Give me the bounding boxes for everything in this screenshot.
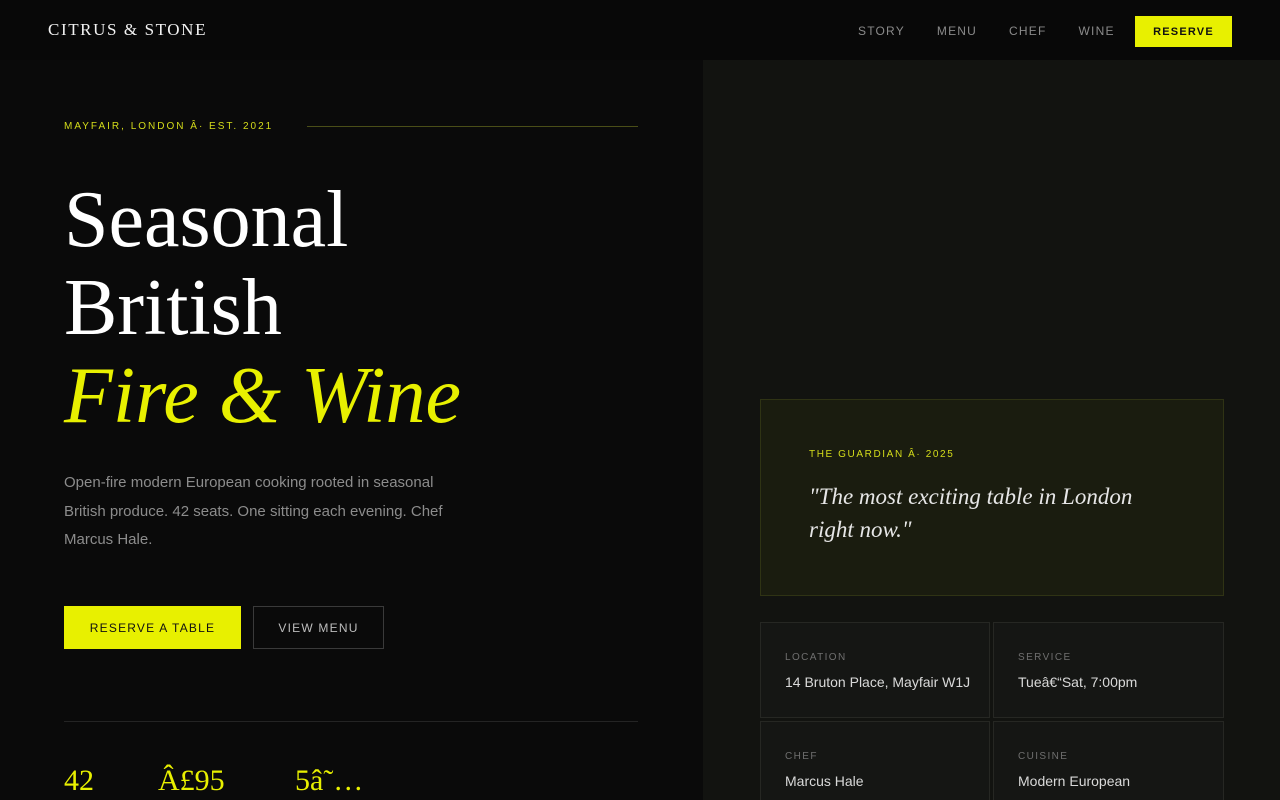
nav-wine[interactable]: WINE [1079, 24, 1115, 38]
nav-menu[interactable]: MENU [937, 24, 977, 38]
headline-line-1: Seasonal [64, 176, 349, 264]
quote-text: "The most exciting table in London right… [809, 484, 1133, 542]
stat-seats: 42 [64, 764, 94, 797]
info-value: Tueâ€“Sat, 7:00pm [1018, 674, 1138, 690]
nav-chef[interactable]: CHEF [1009, 24, 1046, 38]
info-label: LOCATION [785, 652, 847, 663]
main-nav: STORY MENU CHEF WINE [858, 24, 1147, 38]
info-value: 14 Bruton Place, Mayfair W1J [785, 674, 971, 690]
site-header: CITRUS & STONE STORY MENU CHEF WINE RESE… [0, 0, 1280, 60]
reserve-table-button[interactable]: RESERVE A TABLE [64, 606, 241, 649]
quote-source: THE GUARDIAN Â· 2025 [809, 449, 955, 460]
info-label: CUISINE [1018, 751, 1069, 762]
nav-story[interactable]: STORY [858, 24, 905, 38]
eyebrow-divider [307, 126, 638, 127]
headline-line-2: British [64, 264, 282, 352]
page: CITRUS & STONE STORY MENU CHEF WINE RESE… [0, 0, 1280, 800]
info-card-service: SERVICE Tueâ€“Sat, 7:00pm [993, 622, 1224, 718]
info-label: SERVICE [1018, 652, 1072, 663]
logo[interactable]: CITRUS & STONE [48, 20, 207, 40]
view-menu-button[interactable]: VIEW MENU [253, 606, 384, 649]
stats-divider [64, 721, 638, 722]
stat-price: Â£95 [158, 764, 225, 797]
press-quote-card: THE GUARDIAN Â· 2025 "The most exciting … [760, 399, 1224, 596]
info-card-cuisine: CUISINE Modern European [993, 721, 1224, 800]
info-value: Marcus Hale [785, 773, 864, 789]
headline-accent: Fire & Wine [64, 352, 461, 440]
header-reserve-button[interactable]: RESERVE [1135, 16, 1232, 47]
hero-intro: Open-fire modern European cooking rooted… [64, 474, 443, 548]
info-value: Modern European [1018, 773, 1131, 789]
hero-eyebrow: MAYFAIR, LONDON Â· EST. 2021 [64, 121, 274, 132]
info-label: CHEF [785, 751, 818, 762]
stat-rating: 5â˜… [295, 764, 364, 797]
info-card-location: LOCATION 14 Bruton Place, Mayfair W1J [760, 622, 990, 718]
info-card-chef: CHEF Marcus Hale [760, 721, 990, 800]
hero-headline: Seasonal British Fire & Wine [64, 176, 461, 440]
